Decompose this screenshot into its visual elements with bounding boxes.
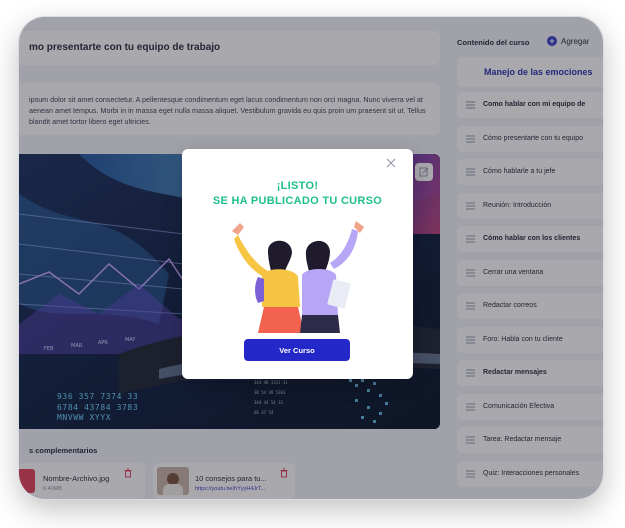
- close-icon[interactable]: [385, 157, 397, 169]
- modal-title: ¡LISTO!: [276, 180, 319, 192]
- view-course-button[interactable]: Ver Curso: [244, 339, 350, 361]
- publish-success-modal: ¡LISTO! SE HA PUBLICADO TU CURSO Ver Cur…: [182, 149, 413, 379]
- celebration-illustration: [232, 221, 364, 333]
- device-frame: mo presentarte con tu equipo de trabajo …: [0, 0, 625, 528]
- modal-subtitle: SE HA PUBLICADO TU CURSO: [212, 195, 383, 207]
- app-screen: mo presentarte con tu equipo de trabajo …: [19, 17, 603, 499]
